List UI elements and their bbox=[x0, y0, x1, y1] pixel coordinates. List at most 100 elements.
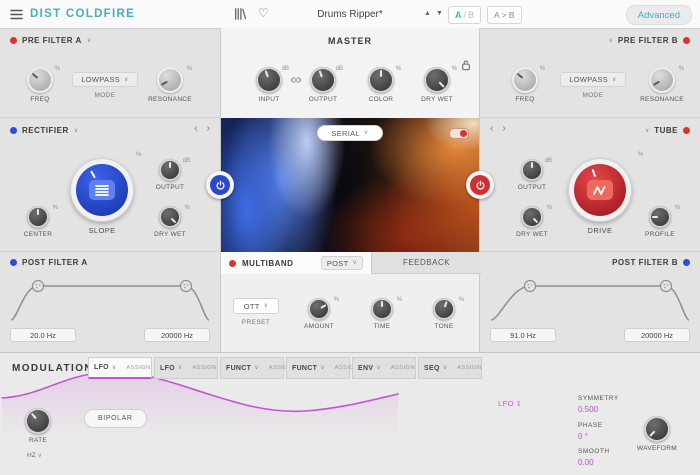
drywet-lock-button[interactable] bbox=[461, 58, 471, 76]
high-freq-handle[interactable] bbox=[179, 279, 193, 293]
fx-position-dropdown[interactable]: POST ∨ bbox=[321, 256, 363, 270]
fx-tone-knob[interactable] bbox=[433, 298, 455, 320]
routing-mode-dropdown[interactable]: SERIAL ∨ bbox=[317, 125, 383, 141]
app-title: DIST COLDFIRE bbox=[30, 8, 136, 20]
post-filter-b-power-dot[interactable] bbox=[683, 259, 690, 266]
pre-filter-b-power-dot[interactable] bbox=[683, 37, 690, 44]
advanced-button[interactable]: Advanced bbox=[625, 5, 692, 25]
tab-label: ENV bbox=[358, 364, 374, 372]
main-menu-button[interactable] bbox=[10, 9, 23, 20]
multiband-power-dot[interactable] bbox=[229, 259, 236, 267]
slope-knob[interactable] bbox=[70, 158, 134, 222]
rectifier-center-knob[interactable] bbox=[27, 206, 49, 228]
copy-a-to-b-button[interactable]: A > B bbox=[487, 6, 522, 24]
fx-tone-block: % TONE bbox=[420, 297, 468, 330]
pre-filter-a-resonance-knob[interactable] bbox=[157, 67, 183, 93]
pre-filter-b-mode-dropdown[interactable]: LOWPASS ∨ bbox=[560, 72, 626, 87]
center-label: CENTER bbox=[23, 231, 53, 238]
rectifier-drywet-knob[interactable] bbox=[159, 206, 181, 228]
rectifier-output-knob[interactable] bbox=[159, 159, 181, 181]
master-output-knob[interactable] bbox=[310, 67, 336, 93]
pre-filter-a-mode-dropdown[interactable]: LOWPASS ∨ bbox=[72, 72, 138, 87]
mode-label: MODE bbox=[582, 92, 604, 99]
mod-tab-lfo-2[interactable]: LFO ∨ ASSIGN bbox=[154, 357, 218, 379]
favorite-button[interactable]: ♡ bbox=[258, 6, 269, 20]
post-filter-a-high-freq-value[interactable]: 20000 Hz bbox=[144, 328, 210, 342]
ab-toggle[interactable]: A / B bbox=[448, 6, 482, 24]
master-input-knob[interactable] bbox=[256, 67, 282, 93]
tube-drywet-knob[interactable] bbox=[521, 206, 543, 228]
pre-filter-b-freq-knob[interactable] bbox=[512, 67, 538, 93]
knob-indicator bbox=[90, 170, 96, 179]
pre-filter-a-freq-knob[interactable] bbox=[27, 67, 53, 93]
mini-toggle[interactable] bbox=[449, 128, 469, 139]
phase-value[interactable]: 0 ° bbox=[578, 432, 588, 441]
preset-name[interactable]: Drums Ripper* bbox=[285, 0, 415, 28]
tube-power-button[interactable] bbox=[466, 171, 494, 199]
tube-profile-block: % PROFILE bbox=[636, 205, 684, 238]
post-filter-a-curve-display[interactable] bbox=[8, 276, 212, 324]
heart-icon: ♡ bbox=[258, 6, 269, 20]
master-color-knob[interactable] bbox=[368, 67, 394, 93]
mod-tab-env[interactable]: ENV ∨ ASSIGN bbox=[352, 357, 416, 379]
knob-indicator bbox=[532, 217, 539, 224]
assign-label[interactable]: ASSIGN bbox=[457, 365, 481, 371]
next-model-button[interactable]: › bbox=[502, 124, 505, 134]
next-model-button[interactable]: › bbox=[207, 124, 210, 134]
knob-indicator bbox=[160, 80, 168, 86]
post-filter-a-power-dot[interactable] bbox=[10, 259, 17, 266]
post-filter-b-curve-display[interactable] bbox=[488, 276, 692, 324]
symmetry-value[interactable]: 0.500 bbox=[578, 405, 598, 414]
tube-panel: ‹ › ∨ TUBE dB OUTPUT % DRIVE % DRY WET %… bbox=[480, 118, 700, 252]
assign-label[interactable]: ASSIGN bbox=[192, 365, 216, 371]
assign-label[interactable]: ASSIGN bbox=[391, 365, 415, 371]
fx-time-knob[interactable] bbox=[371, 298, 393, 320]
tube-power-dot[interactable] bbox=[683, 127, 690, 134]
rectifier-power-dot[interactable] bbox=[10, 127, 17, 134]
pre-filter-a-power-dot[interactable] bbox=[10, 37, 17, 44]
rate-unit-dropdown[interactable]: HZ ∨ bbox=[27, 452, 42, 459]
feedback-tab[interactable]: FEEDBACK bbox=[371, 252, 481, 274]
fx-amount-block: % AMOUNT bbox=[295, 297, 343, 330]
prev-model-button[interactable]: ‹ bbox=[194, 124, 197, 134]
fx-amount-knob[interactable] bbox=[308, 298, 330, 320]
chevron-down-icon[interactable]: ∨ bbox=[609, 38, 613, 44]
mode-label: MODE bbox=[94, 92, 116, 99]
drive-knob[interactable] bbox=[568, 158, 632, 222]
assign-label[interactable]: ASSIGN bbox=[126, 365, 150, 371]
post-filter-a-low-freq-value[interactable]: 20.0 Hz bbox=[10, 328, 76, 342]
lfo-waveform-knob[interactable] bbox=[644, 416, 670, 442]
rectifier-power-button[interactable] bbox=[206, 171, 234, 199]
tube-output-knob[interactable] bbox=[521, 159, 543, 181]
post-filter-b-low-freq-value[interactable]: 91.0 Hz bbox=[490, 328, 556, 342]
lfo-rate-knob[interactable] bbox=[25, 408, 51, 434]
preset-next-button[interactable]: ▼ bbox=[436, 10, 443, 17]
low-freq-handle[interactable] bbox=[523, 279, 537, 293]
prev-model-button[interactable]: ‹ bbox=[490, 124, 493, 134]
preset-browser-button[interactable] bbox=[233, 7, 247, 21]
low-freq-handle[interactable] bbox=[31, 279, 45, 293]
multiband-tab[interactable]: MULTIBAND POST ∨ bbox=[221, 252, 371, 274]
high-freq-handle[interactable] bbox=[659, 279, 673, 293]
ab-toggle-separator: / bbox=[463, 10, 467, 20]
fx-time-block: % TIME bbox=[358, 297, 406, 330]
master-drywet-knob[interactable] bbox=[424, 67, 450, 93]
chevron-down-icon[interactable]: ∨ bbox=[645, 128, 649, 134]
preset-prev-button[interactable]: ▲ bbox=[424, 10, 431, 17]
plugin-window: DIST COLDFIRE ♡ Drums Ripper* ▲ ▼ A / B … bbox=[0, 0, 700, 475]
mod-tab-lfo-1[interactable]: LFO ∨ ASSIGN bbox=[88, 357, 152, 379]
pre-filter-b-resonance-knob[interactable] bbox=[649, 67, 675, 93]
mod-tab-seq[interactable]: SEQ ∨ ASSIGN bbox=[418, 357, 482, 379]
chevron-down-icon[interactable]: ∨ bbox=[74, 128, 78, 134]
smooth-value[interactable]: 0.00 bbox=[578, 458, 594, 467]
pre-filter-b-header: ∨ PRE FILTER B bbox=[609, 36, 690, 45]
knob-indicator bbox=[320, 304, 327, 309]
fx-preset-dropdown[interactable]: OTT ∨ bbox=[233, 298, 279, 314]
rectifier-header: RECTIFIER ∨ bbox=[10, 126, 78, 135]
chevron-down-icon[interactable]: ∨ bbox=[87, 38, 91, 44]
mod-tab-funct-2[interactable]: FUNCT ∨ ASSIGN bbox=[286, 357, 359, 379]
tube-profile-knob[interactable] bbox=[649, 206, 671, 228]
mod-tab-funct-1[interactable]: FUNCT ∨ ASSIGN bbox=[220, 357, 293, 379]
bipolar-toggle[interactable]: BIPOLAR bbox=[84, 409, 147, 428]
post-filter-b-high-freq-value[interactable]: 20000 Hz bbox=[624, 328, 690, 342]
